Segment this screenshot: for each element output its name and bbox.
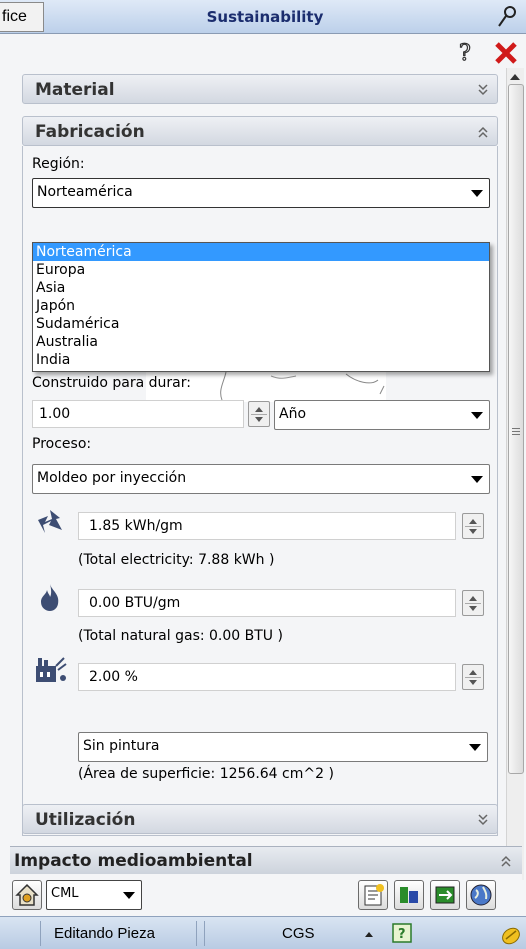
factory-icon [36, 657, 67, 682]
scrap-value: 2.00 % [89, 669, 138, 685]
dropdown-arrow-icon [471, 476, 483, 483]
section-fabricacion-title: Fabricación [35, 122, 145, 142]
electricity-value: 1.85 kWh/gm [89, 518, 183, 534]
built-to-last-unit-select[interactable]: Año [274, 400, 490, 430]
electricity-input[interactable]: 1.85 kWh/gm [78, 512, 456, 540]
question-icon[interactable]: ? [454, 40, 478, 66]
svg-text:?: ? [459, 41, 471, 66]
gas-value: 0.00 BTU/gm [89, 595, 181, 611]
lightning-icon [38, 510, 62, 533]
region-dropdown-list[interactable]: Norteamérica Europa Asia Japón Sudaméric… [32, 242, 490, 372]
pin-icon[interactable] [496, 4, 520, 30]
home-icon [15, 883, 39, 906]
globe-icon [470, 884, 492, 906]
built-to-last-value: 1.00 [39, 406, 71, 422]
region-option[interactable]: Sudamérica [33, 315, 489, 333]
gas-input[interactable]: 0.00 BTU/gm [78, 589, 456, 617]
electricity-stepper[interactable] [462, 513, 484, 539]
scroll-thumb[interactable] [508, 84, 524, 774]
surface-area-text: (Área de superficie: 1256.64 cm^2 ) [78, 766, 334, 782]
report-icon [364, 884, 384, 906]
window-title: Sustainability [206, 8, 324, 26]
region-option[interactable]: Norteamérica [33, 243, 489, 261]
region-option[interactable]: Asia [33, 279, 489, 297]
dropdown-arrow-icon [469, 744, 481, 751]
scroll-grip-icon [512, 428, 520, 437]
region-label: Región: [32, 156, 85, 172]
help-status-icon[interactable]: ? [392, 923, 412, 943]
paint-select-value: Sin pintura [83, 738, 160, 754]
scroll-up-icon[interactable] [509, 72, 521, 82]
vertical-scrollbar[interactable] [506, 68, 524, 880]
section-utilizacion[interactable]: Utilización [22, 804, 498, 834]
paint-select[interactable]: Sin pintura [78, 732, 488, 762]
section-material-title: Material [35, 80, 115, 100]
caret-up-icon[interactable] [364, 930, 374, 938]
dropdown-arrow-icon [471, 412, 483, 419]
impact-method-select[interactable]: CML [46, 880, 142, 910]
region-option[interactable]: Australia [33, 333, 489, 351]
svg-text:?: ? [398, 927, 406, 942]
office-tab[interactable]: fice [0, 2, 44, 32]
process-select-value: Moldeo por inyección [37, 470, 187, 486]
property-panel: ? Material Fabricación Región: Norteamér… [0, 34, 526, 916]
double-chevron-down-icon[interactable] [477, 83, 489, 97]
globe-button[interactable] [466, 880, 496, 910]
close-icon[interactable] [492, 40, 520, 66]
region-option[interactable]: India [33, 351, 489, 369]
built-to-last-input[interactable]: 1.00 [32, 400, 244, 428]
region-option[interactable]: Japón [33, 297, 489, 315]
compare-button[interactable] [394, 880, 424, 910]
impact-toolbar: CML [10, 874, 522, 916]
built-to-last-label: Construido para durar: [32, 375, 191, 391]
dropdown-arrow-icon [123, 892, 135, 899]
compare-icon [400, 887, 418, 903]
status-bar: Editando Pieza CGS ? [0, 916, 526, 949]
unit-select-value: Año [279, 406, 307, 422]
double-chevron-up-icon[interactable] [477, 125, 489, 139]
impact-header[interactable]: Impacto medioambiental [10, 846, 522, 874]
section-utilizacion-title: Utilización [35, 810, 136, 830]
impact-title: Impacto medioambiental [14, 851, 253, 871]
electricity-total: (Total electricity: 7.88 kWh ) [78, 552, 275, 568]
dropdown-arrow-icon [471, 190, 483, 197]
scrap-stepper[interactable] [462, 664, 484, 690]
gas-stepper[interactable] [462, 590, 484, 616]
flame-icon [41, 584, 59, 611]
import-icon [435, 886, 455, 904]
region-select[interactable]: Norteamérica [32, 178, 490, 208]
home-button[interactable] [12, 880, 42, 910]
impact-method-value: CML [51, 886, 79, 901]
status-mode: Editando Pieza [54, 925, 155, 942]
region-select-value: Norteamérica [37, 184, 133, 200]
scrap-input[interactable]: 2.00 % [78, 663, 456, 691]
title-bar: fice Sustainability [0, 0, 526, 34]
gas-total: (Total natural gas: 0.00 BTU ) [78, 628, 283, 644]
section-fabricacion[interactable]: Fabricación [22, 116, 498, 146]
rebuild-icon[interactable] [498, 921, 524, 947]
status-units[interactable]: CGS [282, 925, 315, 942]
section-material[interactable]: Material [22, 74, 498, 104]
process-select[interactable]: Moldeo por inyección [32, 464, 490, 494]
region-option[interactable]: Europa [33, 261, 489, 279]
double-chevron-down-icon[interactable] [477, 813, 489, 827]
report-button[interactable] [358, 880, 388, 910]
process-label: Proceso: [32, 436, 92, 452]
double-chevron-up-icon[interactable] [500, 854, 512, 868]
built-to-last-stepper[interactable] [248, 401, 270, 427]
import-button[interactable] [430, 880, 460, 910]
